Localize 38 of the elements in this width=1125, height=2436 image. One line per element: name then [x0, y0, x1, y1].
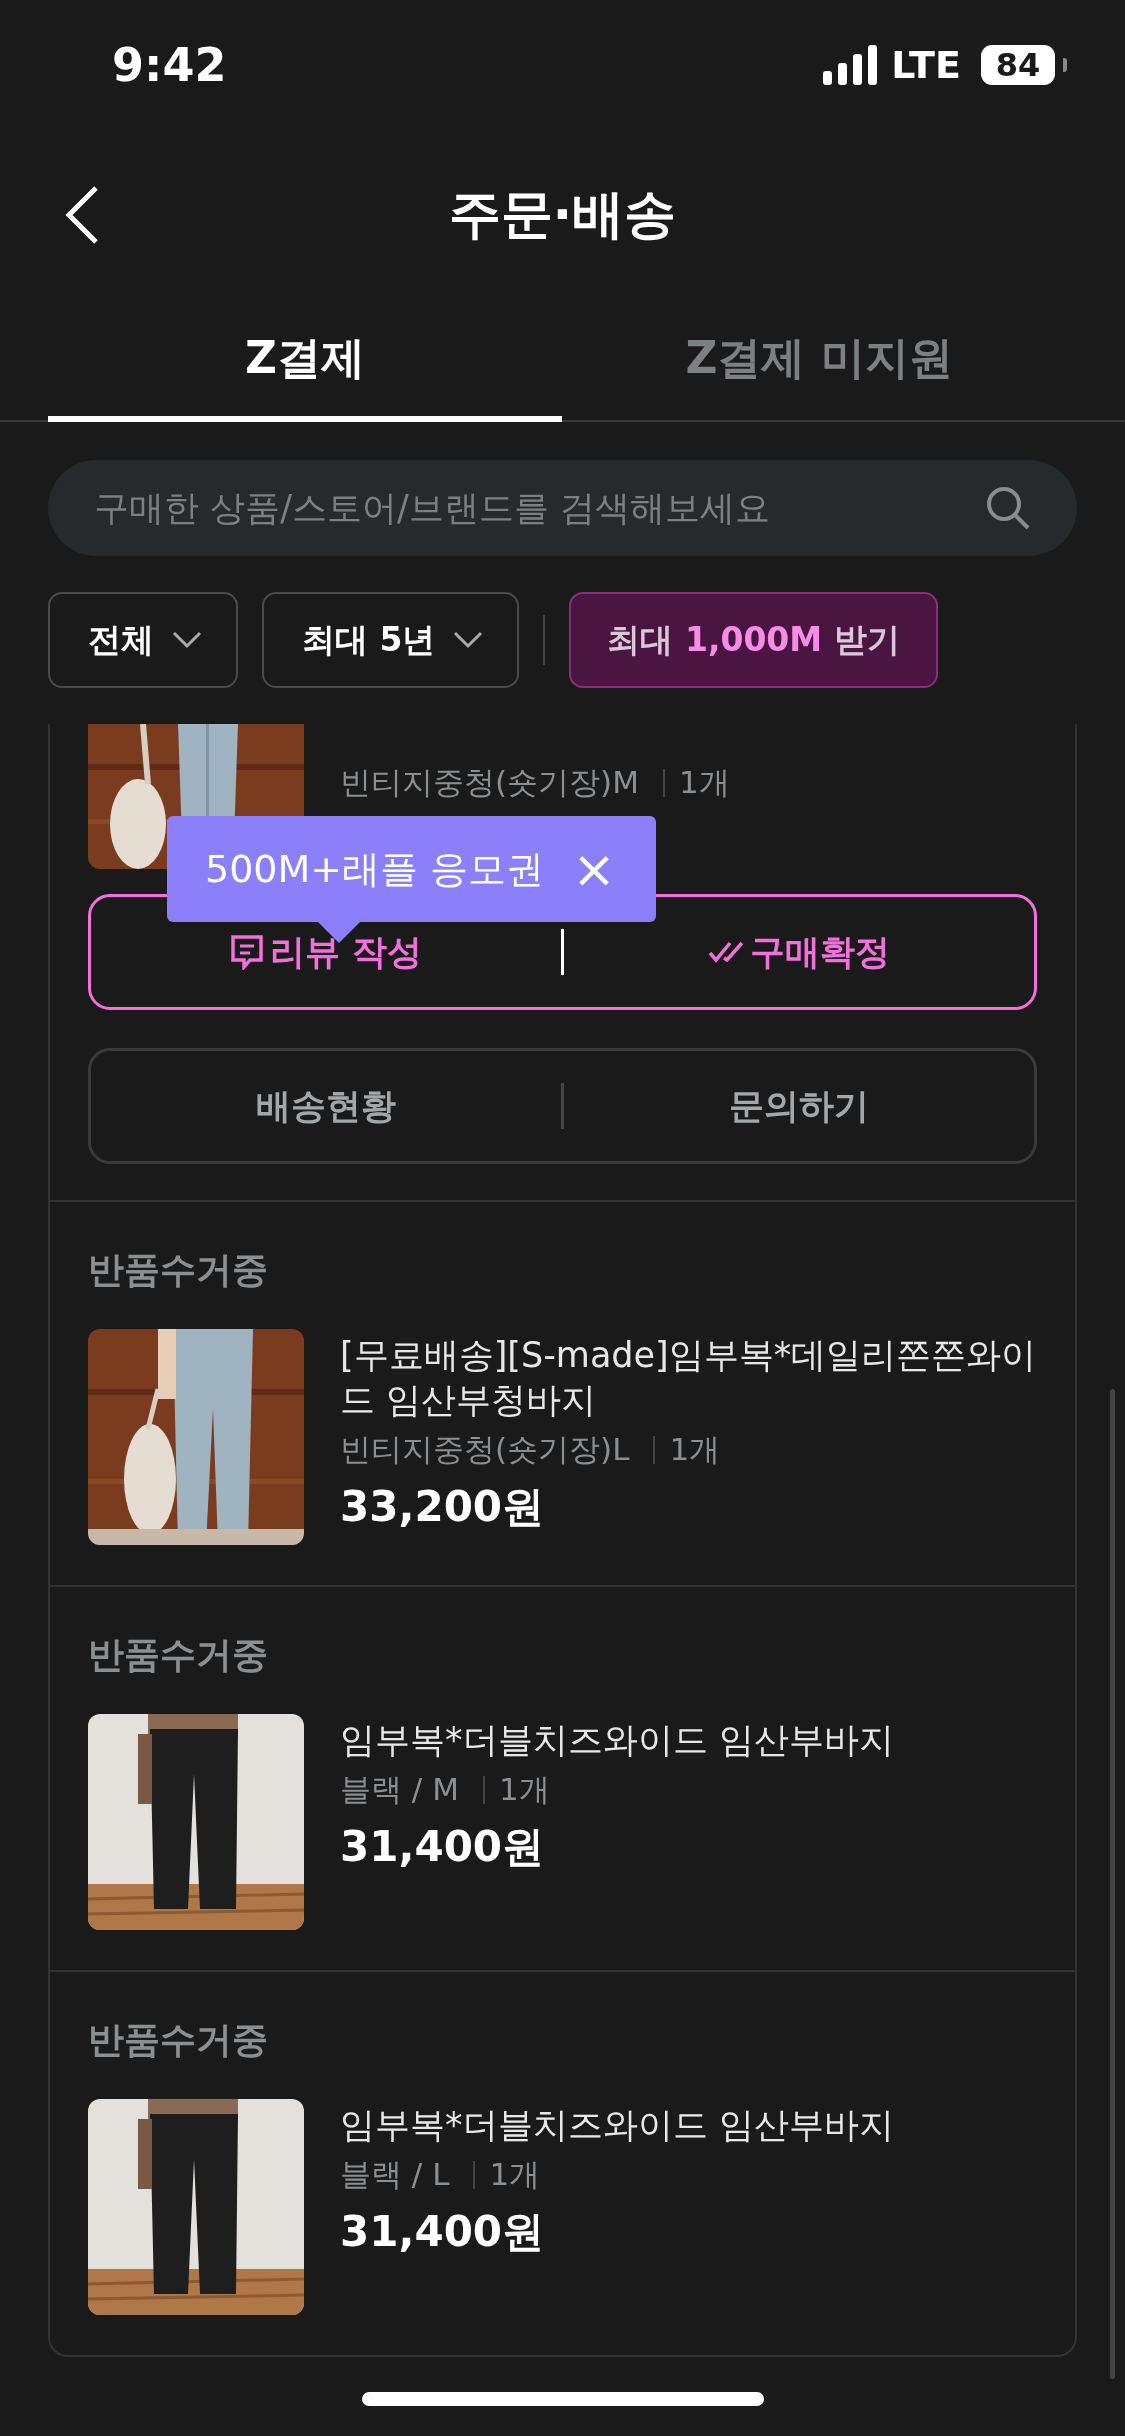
chevron-down-icon [172, 631, 202, 649]
tooltip-text: 500M+래플 응모권 [205, 845, 545, 893]
product-title: 임부복*더블치즈와이드 임산부바지 [340, 2104, 894, 2147]
review-button[interactable]: 리뷰 작성 [91, 897, 561, 1007]
order-status: 반품수거중 [88, 2018, 269, 2062]
chevron-down-icon [453, 631, 484, 649]
page-title: 주문·배송 [448, 183, 677, 246]
double-check-icon [708, 940, 744, 964]
network-label: LTE [891, 43, 961, 87]
product-title: [무료배송][S-made]임부복*데일리쫀쫀와이드 임산부청바지 [340, 1334, 1037, 1422]
filter-dropdown[interactable]: 전체 [48, 592, 238, 688]
status-time: 9:42 [112, 38, 227, 92]
quantity-text: 1개 [669, 1430, 721, 1469]
quantity-text: 1개 [678, 763, 730, 802]
option-text: 빈티지중청(숏기장)M [340, 763, 639, 802]
price-text: 33,200원 [340, 1481, 546, 1533]
option-text: 빈티지중청(숏기장)L [340, 1430, 630, 1469]
quantity-text: 1개 [498, 1770, 550, 1809]
signal-icon [823, 45, 880, 85]
search-field[interactable]: 구매한 상품/스토어/브랜드를 검색해보세요 [48, 460, 1077, 556]
confirm-button[interactable]: 구매확정 [564, 897, 1034, 1007]
product-title: 임부복*더블치즈와이드 임산부바지 [340, 1719, 894, 1762]
order-status: 반품수거중 [88, 1633, 269, 1677]
action-button[interactable]: 문의하기 [564, 1051, 1034, 1161]
promo-button[interactable]: 최대 1,000M 받기 [569, 592, 938, 688]
order-status: 반품수거중 [88, 1248, 269, 1292]
filter-dropdown[interactable]: 최대 5년 [262, 592, 520, 688]
tab[interactable]: Z결제 [48, 300, 562, 422]
comment-icon [229, 934, 264, 970]
action-button[interactable]: 배송현황 [91, 1051, 561, 1161]
price-text: 31,400원 [340, 2206, 546, 2258]
price-text: 31,400원 [340, 1821, 546, 1873]
search-icon[interactable] [985, 485, 1031, 531]
option-text: 블랙 / M [340, 1770, 459, 1809]
back-icon[interactable] [64, 185, 100, 245]
tab[interactable]: Z결제 미지원 [562, 300, 1076, 422]
option-text: 블랙 / L [340, 2155, 450, 2194]
quantity-text: 1개 [489, 2155, 541, 2194]
